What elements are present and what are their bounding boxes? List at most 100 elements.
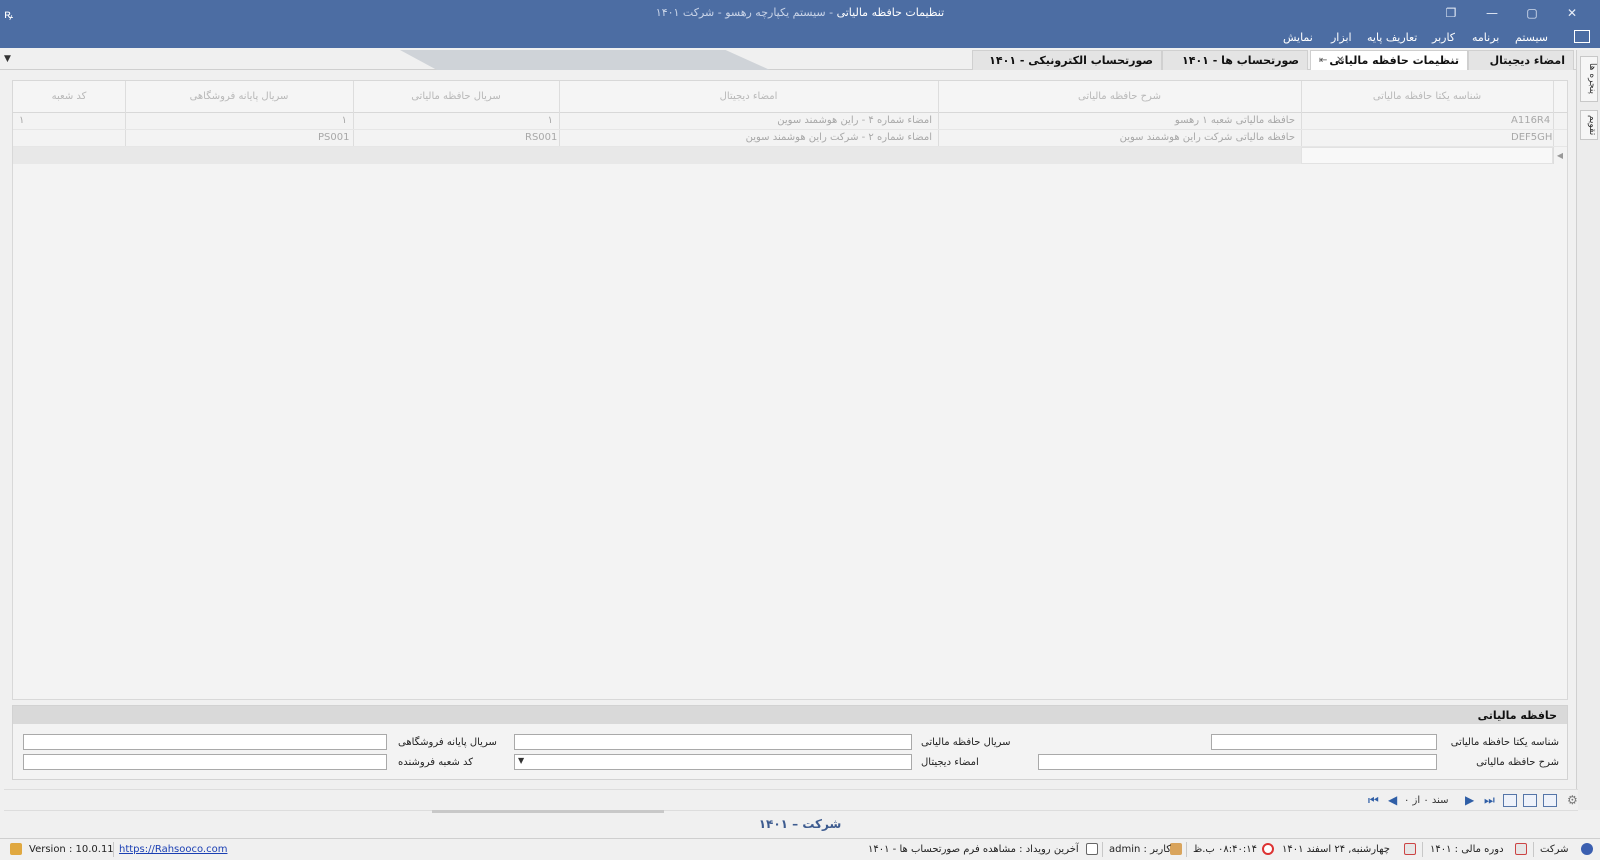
restore-layout-icon[interactable]: ❐ [1441, 3, 1461, 23]
company-icon [1581, 843, 1593, 855]
version-icon [10, 843, 22, 855]
new-row-input[interactable] [1301, 147, 1553, 164]
fiscal-memory-form: حافظه مالیاتی شناسه یکتا حافظه مالیاتی س… [12, 705, 1568, 780]
status-separator [1102, 842, 1103, 857]
menu-system[interactable]: سیستم [1515, 31, 1548, 44]
clipboard-icon [1086, 843, 1098, 855]
date-icon [1404, 843, 1416, 855]
memory-serial-input[interactable] [514, 734, 912, 750]
tab-digital-signature[interactable]: امضاء دیجیتال [1468, 50, 1574, 70]
status-separator [1422, 842, 1423, 857]
status-bar: شرکت دوره مالی : ۱۴۰۱ چهارشنبه, ۲۴ اسفند… [0, 838, 1600, 860]
description-input[interactable] [1038, 754, 1437, 770]
cell-memory-serial: ۱ [547, 115, 553, 126]
horizontal-scrollbar[interactable] [432, 810, 664, 813]
tab-strip-decoration [400, 50, 770, 70]
website-link[interactable]: https://Rahsooco.com [119, 844, 227, 855]
branch-code-input[interactable] [23, 754, 387, 770]
row-indicator-icon: ◀ [1556, 151, 1563, 160]
column-header-digital-signature[interactable]: امضاء دیجیتال [559, 91, 938, 102]
label-unique-id: شناسه یکتا حافظه مالیاتی [1450, 737, 1559, 748]
side-tab-windows[interactable]: پنجره ها [1580, 56, 1598, 102]
table-row[interactable]: A116R4 حافظه مالیاتی شعبه ۱ رهسو امضاء ش… [13, 113, 1567, 130]
last-record-icon[interactable]: ⏭ [1484, 793, 1495, 808]
record-navigator: ⚙ ⏭ ▶ سند ۰ از ۰ ◀ ⏮ [4, 789, 1578, 811]
edit-icon[interactable] [1543, 794, 1557, 807]
terminal-serial-input[interactable] [23, 734, 387, 750]
settings-gear-icon[interactable]: ⚙ [1567, 793, 1578, 807]
menu-user[interactable]: کاربر [1432, 31, 1455, 44]
unique-id-input[interactable] [1211, 734, 1437, 750]
column-header-branch-code[interactable]: کد شعبه [13, 91, 125, 102]
chevron-down-icon[interactable]: ▼ [518, 756, 524, 765]
cell-terminal-serial: ۱ [341, 115, 347, 126]
maximize-icon[interactable]: ▢ [1522, 3, 1542, 23]
cell-digital-signature: امضاء شماره ۴ - راین هوشمند سوین [777, 115, 932, 126]
column-header-terminal-serial[interactable]: سریال پایانه فروشگاهی [125, 91, 353, 102]
cell-digital-signature: امضاء شماره ۲ - شرکت راین هوشمند سوین [745, 132, 932, 143]
add-record-icon[interactable] [1503, 794, 1517, 807]
tab-pin-icon[interactable]: ⇤ [1319, 55, 1327, 66]
menu-view[interactable]: نمایش [1283, 31, 1313, 44]
side-tab-calendar[interactable]: تقویم [1580, 110, 1598, 140]
menu-program[interactable]: برنامه [1472, 31, 1499, 44]
status-user: کاربر : admin [1109, 844, 1172, 855]
cell-branch-code: ۱ [19, 115, 25, 126]
window-title: تنظیمات حافظه مالیاتی - سیستم یکپارچه ره… [0, 6, 1600, 19]
status-separator [1533, 842, 1534, 857]
title-bar: ꝶ تنظیمات حافظه مالیاتی - سیستم یکپارچه … [0, 0, 1600, 26]
save-icon[interactable] [1523, 794, 1537, 807]
fiscal-memory-grid: شناسه یکتا حافظه مالیاتی شرح حافظه مالیا… [12, 80, 1568, 700]
previous-record-icon[interactable]: ◀ [1388, 793, 1397, 807]
cell-unique-id: A116R4 [1511, 115, 1551, 126]
company-title: شرکت – ۱۴۰۱ [758, 817, 842, 831]
cell-unique-id: DEF5GH [1511, 132, 1553, 143]
close-icon[interactable]: ✕ [1562, 3, 1582, 23]
grid-header: شناسه یکتا حافظه مالیاتی شرح حافظه مالیا… [13, 81, 1567, 113]
form-title: حافظه مالیاتی [1477, 709, 1557, 722]
cell-description: حافظه مالیاتی شرکت راین هوشمند سوین [1119, 132, 1295, 143]
tab-electronic-invoice[interactable]: صورتحساب الکترونیکی - ۱۴۰۱ [972, 50, 1162, 70]
digital-signature-select[interactable]: ▼ [514, 754, 912, 770]
label-terminal-serial: سریال پایانه فروشگاهی [398, 737, 497, 748]
status-time: ۰۸:۴۰:۱۴ ب.ظ [1193, 844, 1257, 855]
clock-icon [1262, 843, 1274, 855]
label-digital-signature: امضاء دیجیتال [921, 757, 979, 768]
right-side-panel: پنجره ها تقویم [1576, 50, 1600, 810]
cell-description: حافظه مالیاتی شعبه ۱ رهسو [1174, 115, 1295, 126]
tabs-dropdown-icon[interactable]: ▼ [4, 54, 11, 64]
menu-bar: سیستم برنامه کاربر تعاریف پایه ابزار نما… [0, 26, 1600, 48]
tab-close-icon[interactable]: ✕ [1336, 55, 1344, 66]
window-title-main: تنظیمات حافظه مالیاتی [836, 6, 945, 19]
label-branch-code: کد شعبه فروشنده [398, 757, 473, 768]
window-title-sub: - سیستم یکپارچه رهسو - شرکت ۱۴۰۱ [655, 6, 837, 19]
label-memory-serial: سریال حافظه مالیاتی [921, 737, 1011, 748]
cell-terminal-serial: PS001 [318, 132, 350, 143]
status-last-event[interactable]: آخرین رویداد : مشاهده فرم صورتحساب ها - … [868, 844, 1079, 855]
status-fiscal-period[interactable]: دوره مالی : ۱۴۰۱ [1430, 844, 1504, 855]
tab-invoices[interactable]: صورتحساب ها - ۱۴۰۱ [1162, 50, 1308, 70]
label-description: شرح حافظه مالیاتی [1476, 757, 1559, 768]
main-menu-icon[interactable] [1574, 30, 1590, 43]
status-company[interactable]: شرکت [1540, 844, 1568, 855]
column-header-description[interactable]: شرح حافظه مالیاتی [938, 91, 1301, 102]
status-separator [1186, 842, 1187, 857]
status-date: چهارشنبه, ۲۴ اسفند ۱۴۰۱ [1282, 844, 1390, 855]
tab-fiscal-memory-settings[interactable]: تنظیمات حافظه مالیاتی [1310, 50, 1468, 70]
column-header-unique-id[interactable]: شناسه یکتا حافظه مالیاتی [1301, 91, 1553, 102]
table-row[interactable]: DEF5GH حافظه مالیاتی شرکت راین هوشمند سو… [13, 130, 1567, 147]
next-record-icon[interactable]: ▶ [1465, 793, 1474, 807]
menu-tools[interactable]: ابزار [1331, 31, 1352, 44]
column-header-memory-serial[interactable]: سریال حافظه مالیاتی [353, 91, 559, 102]
calendar-icon [1515, 843, 1527, 855]
cell-memory-serial: RS001 [525, 132, 558, 143]
first-record-icon[interactable]: ⏮ [1368, 793, 1379, 808]
user-icon [1170, 843, 1182, 855]
new-row-placeholder[interactable] [13, 147, 1301, 164]
menu-base-definitions[interactable]: تعاریف پایه [1367, 31, 1417, 44]
status-version: Version : 10.0.11 [29, 844, 114, 855]
record-position-text: سند ۰ از ۰ [1404, 795, 1449, 806]
minimize-icon[interactable]: — [1482, 3, 1502, 23]
tab-fiscal-memory-settings-label: تنظیمات حافظه مالیاتی [1329, 54, 1459, 67]
form-header: حافظه مالیاتی [13, 706, 1567, 724]
